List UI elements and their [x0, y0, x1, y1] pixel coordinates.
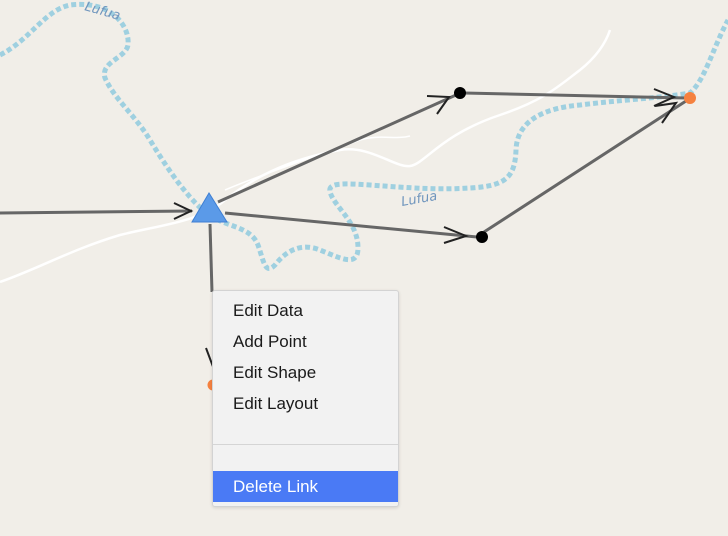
river-label: Lufua	[400, 189, 438, 210]
menu-item-edit-shape[interactable]: Edit Shape	[213, 357, 398, 388]
orange-node[interactable]	[684, 92, 696, 104]
menu-item-add-point[interactable]: Add Point	[213, 326, 398, 357]
node-point[interactable]	[454, 87, 466, 99]
link-line[interactable]	[208, 223, 214, 293]
menu-item-edit-layout[interactable]: Edit Layout	[213, 388, 398, 419]
river-label: Lufua	[83, 0, 122, 24]
menu-item-edit-data[interactable]: Edit Data	[213, 295, 398, 326]
node-point[interactable]	[476, 231, 488, 243]
network-links[interactable]	[0, 91, 687, 293]
link-line[interactable]	[224, 211, 478, 239]
road-line	[0, 29, 612, 284]
link-line[interactable]	[0, 209, 193, 215]
menu-separator	[213, 444, 398, 445]
menu-item-delete-link[interactable]: Delete Link	[213, 471, 398, 502]
context-menu: Edit Data Add Point Edit Shape Edit Layo…	[212, 290, 399, 507]
